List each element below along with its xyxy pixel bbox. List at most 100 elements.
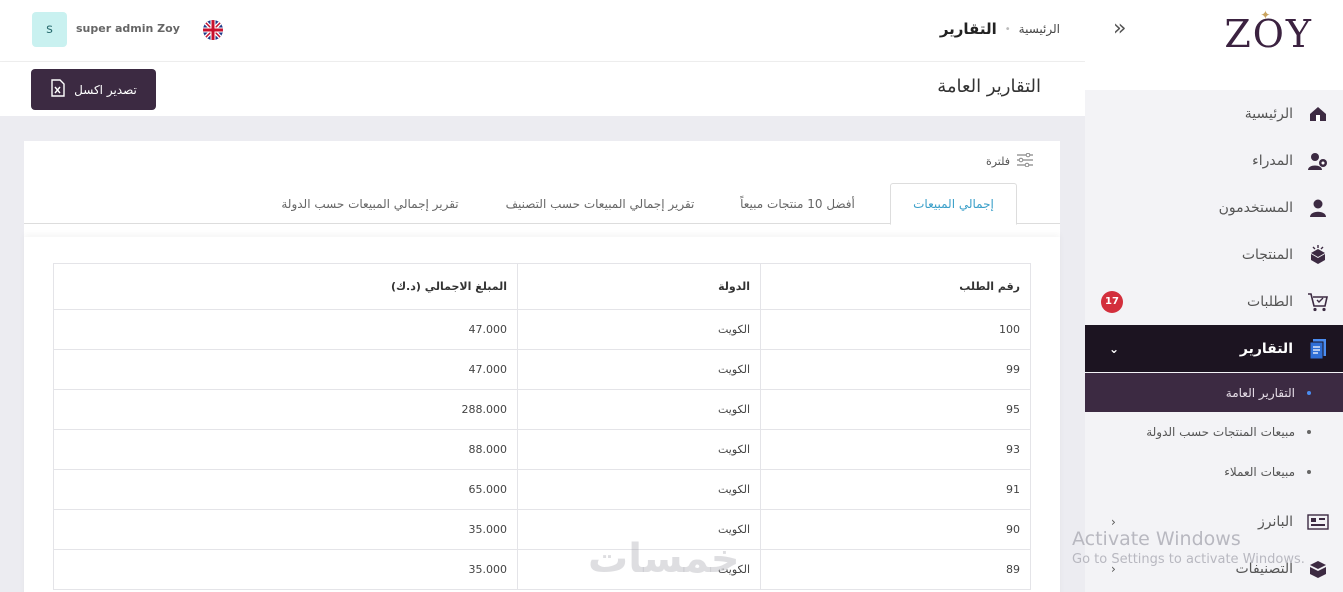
excel-file-icon [50,79,66,100]
orders-count-badge: 17 [1101,290,1123,313]
cell-amount: 35.000 [53,509,518,550]
sidebar-item-products[interactable]: المنتجات [1085,231,1343,278]
tab-top-10-products[interactable]: أفضل 10 منتجات مبيعاً [725,183,870,224]
export-excel-button[interactable]: تصدير اكسل [31,69,156,110]
breadcrumb-home[interactable]: الرئيسية [1019,22,1060,36]
cell-order: 89 [760,549,1031,590]
cell-amount: 35.000 [53,549,518,590]
report-tabs: إجمالي المبيعات أفضل 10 منتجات مبيعاً تق… [24,183,1060,225]
table-row: 99 الكويت 47.000 [53,349,1031,390]
sidebar-item-banners[interactable]: › البانرز [1085,498,1343,545]
filter-label: فلترة [985,155,1010,168]
cell-order: 91 [760,469,1031,510]
avatar[interactable]: s [32,12,67,47]
banner-icon [1307,511,1329,533]
sidebar-subitem-general-reports[interactable]: التقارير العامة [1085,373,1343,412]
table-row: 100 الكويت 47.000 [53,309,1031,350]
breadcrumb-separator: • [1004,23,1011,35]
breadcrumb-current: التقارير [939,20,997,38]
sidebar-item-home[interactable]: الرئيسية [1085,90,1343,137]
cell-country: الكويت [517,309,761,350]
cell-order: 93 [760,429,1031,470]
cell-order: 90 [760,509,1031,550]
tab-total-sales[interactable]: إجمالي المبيعات [890,183,1017,225]
report-card: فلترة إجمالي المبيعات أفضل 10 منتجات مبي… [24,141,1060,592]
admins-icon [1307,150,1329,172]
sidebar-item-label: المدراء [1252,152,1293,169]
sidebar-item-admins[interactable]: المدراء [1085,137,1343,184]
chevron-right-icon: › [1111,561,1116,576]
table-row: 90 الكويت 35.000 [53,509,1031,550]
col-order-number[interactable]: رقم الطلب [760,263,1031,310]
category-icon [1307,558,1329,580]
cell-amount: 288.000 [53,389,518,430]
table-header-row: رقم الطلب الدولة المبلغ الاجمالي (د.ك) [53,263,1031,310]
cell-order: 100 [760,309,1031,350]
cell-country: الكويت [517,469,761,510]
logo-sparkle-icon: ✦ [1260,8,1273,22]
report-icon [1307,338,1329,360]
table-container: رقم الطلب الدولة المبلغ الاجمالي (د.ك) 1… [24,237,1060,592]
cell-country: الكويت [517,429,761,470]
uk-flag-icon[interactable] [203,20,223,40]
tab-sales-by-category[interactable]: تقرير إجمالي المبيعات حسب التصنيف [495,183,705,224]
cell-order: 99 [760,349,1031,390]
sidebar-subitem-label: التقارير العامة [1225,385,1295,400]
title-bar: التقارير العامة تصدير اكسل [0,62,1085,116]
table-row: 91 الكويت 65.000 [53,469,1031,510]
table-row: 89 الكويت 35.000 [53,549,1031,590]
top-header: s super admin Zoy الرئيسية • التقارير [0,0,1085,62]
cell-amount: 65.000 [53,469,518,510]
filter-toggle[interactable]: فلترة [985,152,1034,170]
sidebar-item-label: التقارير [1239,340,1293,357]
sidebar: ZOY ✦ » الرئيسية المدراء المستخدمون المنت… [1085,0,1343,592]
sidebar-item-reports[interactable]: ⌄ التقارير [1085,325,1343,372]
sidebar-item-label: المنتجات [1241,246,1293,263]
cart-icon [1307,291,1329,313]
table-row: 93 الكويت 88.000 [53,429,1031,470]
table-row: 95 الكويت 288.000 [53,389,1031,430]
user-icon [1307,197,1329,219]
sidebar-item-label: الرئيسية [1244,105,1293,122]
filter-icon [1016,152,1034,170]
collapse-sidebar-icon[interactable]: » [1113,16,1126,41]
home-icon [1307,103,1329,125]
cell-country: الكويت [517,509,761,550]
bullet-icon [1307,430,1311,434]
brand-logo[interactable]: ZOY ✦ [1224,8,1313,56]
sidebar-subitem-label: مبيعات المنتجات حسب الدولة [1146,425,1295,439]
sidebar-item-label: المستخدمون [1218,199,1293,216]
sidebar-subitem-product-sales-by-country[interactable]: مبيعات المنتجات حسب الدولة [1085,412,1343,452]
cell-country: الكويت [517,349,761,390]
sidebar-subitem-label: مبيعات العملاء [1224,465,1295,479]
cell-country: الكويت [517,549,761,590]
cell-amount: 47.000 [53,349,518,390]
col-total-amount[interactable]: المبلغ الاجمالي (د.ك) [53,263,518,310]
export-label: تصدير اكسل [74,82,137,97]
page-title: التقارير العامة [937,76,1041,97]
cell-country: الكويت [517,389,761,430]
bullet-icon [1307,390,1311,395]
sidebar-item-label: الطلبات [1247,293,1293,310]
sidebar-item-label: البانرز [1257,513,1293,530]
sales-table: رقم الطلب الدولة المبلغ الاجمالي (د.ك) 1… [53,263,1031,590]
cell-order: 95 [760,389,1031,430]
sidebar-item-categories[interactable]: › التصنيفات [1085,545,1343,592]
box-icon [1307,244,1329,266]
sidebar-item-label: التصنيفات [1235,560,1294,577]
sidebar-subitem-customer-sales[interactable]: مبيعات العملاء [1085,452,1343,492]
user-name[interactable]: super admin Zoy [76,22,180,35]
avatar-initial: s [46,22,53,37]
chevron-down-icon: ⌄ [1109,341,1120,356]
sidebar-nav: الرئيسية المدراء المستخدمون المنتجات 17 … [1085,90,1343,592]
breadcrumb: الرئيسية • التقارير [940,20,1060,38]
sidebar-item-users[interactable]: المستخدمون [1085,184,1343,231]
col-country[interactable]: الدولة [517,263,761,310]
tab-sales-by-country[interactable]: تقرير إجمالي المبيعات حسب الدولة [265,183,475,224]
cell-amount: 88.000 [53,429,518,470]
cell-amount: 47.000 [53,309,518,350]
sidebar-header: ZOY ✦ » [1085,0,1343,90]
bullet-icon [1307,470,1311,474]
chevron-right-icon: › [1111,514,1116,529]
sidebar-item-orders[interactable]: 17 الطلبات [1085,278,1343,325]
